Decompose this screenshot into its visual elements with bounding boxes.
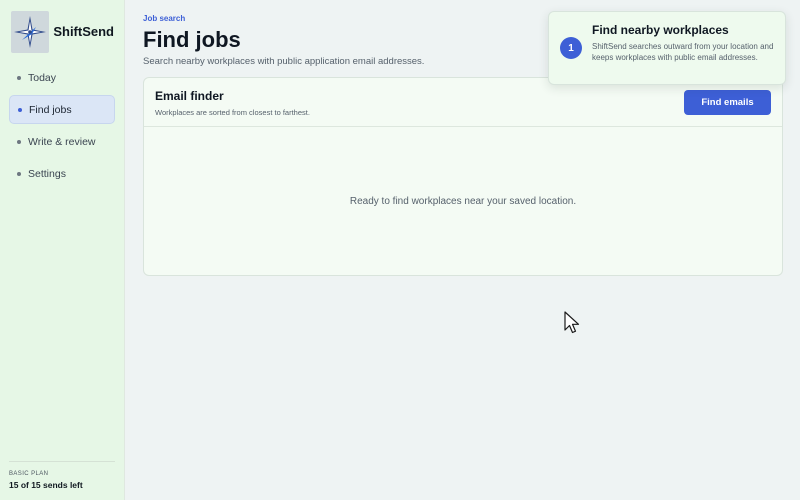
sidebar-item-label: Today — [28, 71, 57, 84]
breadcrumb: Job search — [143, 14, 186, 23]
find-emails-button[interactable]: Find emails — [684, 90, 771, 115]
bullet-icon — [17, 171, 21, 176]
sidebar-item-today[interactable]: Today — [9, 63, 115, 92]
sidebar-item-write-review[interactable]: Write & review — [9, 127, 115, 156]
plan-status: BASIC PLAN 15 of 15 sends left — [9, 461, 115, 490]
compass-star-icon — [11, 10, 50, 53]
bullet-icon — [17, 139, 21, 144]
sidebar-item-label: Write & review — [28, 135, 96, 148]
sidebar-item-label: Settings — [28, 167, 66, 180]
page-subtitle: Search nearby workplaces with public app… — [143, 56, 425, 67]
sidebar-item-find-jobs[interactable]: Find jobs — [9, 95, 115, 124]
empty-state-message: Ready to find workplaces near your saved… — [349, 196, 577, 207]
card-header: Email finder Workplaces are sorted from … — [144, 78, 782, 127]
tooltip-body: ShiftSend searches outward from your loc… — [592, 42, 774, 62]
sidebar-item-settings[interactable]: Settings — [9, 159, 115, 188]
sidebar-item-label: Find jobs — [29, 103, 72, 116]
sends-left-count: 15 of 15 sends left — [9, 480, 83, 490]
bullet-icon — [18, 107, 22, 112]
plan-label: BASIC PLAN — [9, 471, 49, 477]
email-finder-card: Email finder Workplaces are sorted from … — [143, 77, 783, 276]
sidebar-nav: Today Find jobs Write & review Settings — [0, 63, 124, 188]
bullet-icon — [17, 75, 21, 80]
brand[interactable]: ShiftSend — [0, 0, 124, 53]
sidebar: ShiftSend Today Find jobs Write & review… — [0, 0, 125, 500]
page-title: Find jobs — [143, 27, 241, 52]
brand-name: ShiftSend — [53, 24, 114, 39]
card-description: Workplaces are sorted from closest to fa… — [155, 108, 310, 117]
card-title: Email finder — [155, 89, 224, 103]
onboarding-tooltip: 1 Find nearby workplaces ShiftSend searc… — [548, 11, 786, 85]
step-number-badge: 1 — [560, 37, 582, 59]
mouse-pointer-icon — [564, 311, 580, 340]
tooltip-title: Find nearby workplaces — [592, 23, 729, 37]
